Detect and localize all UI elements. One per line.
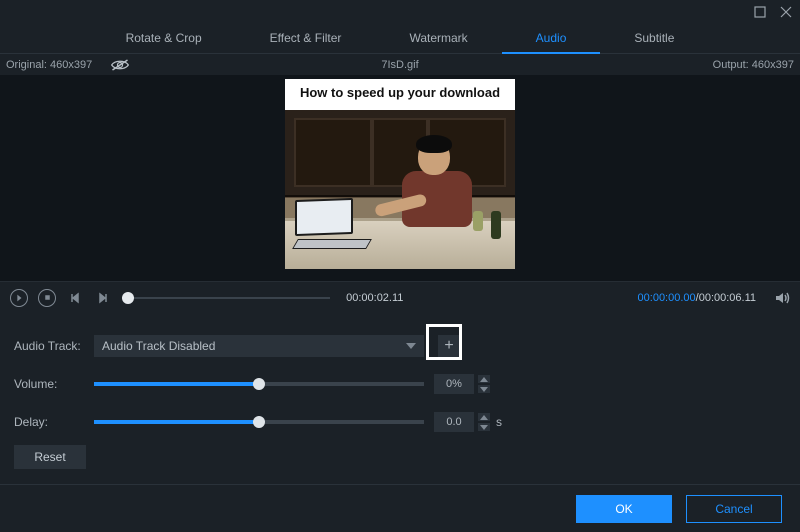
time-range-label: 00:00:00.00/00:00:06.11 xyxy=(638,292,756,304)
play-button[interactable] xyxy=(10,289,28,307)
thumbnail-title: How to speed up your download xyxy=(285,79,515,110)
audio-track-value: Audio Track Disabled xyxy=(102,339,215,353)
next-frame-button[interactable] xyxy=(94,289,112,307)
volume-slider[interactable] xyxy=(94,382,424,386)
delay-unit: s xyxy=(496,415,502,429)
delay-value: 0.0 xyxy=(434,412,474,432)
output-size-label: Output: 460x397 xyxy=(713,59,800,71)
tab-audio[interactable]: Audio xyxy=(532,25,571,53)
current-time-label: 00:00:02.11 xyxy=(340,292,410,304)
volume-up-button[interactable] xyxy=(478,375,490,383)
preview-area: How to speed up your download xyxy=(0,76,800,281)
audio-settings-panel: Audio Track: Audio Track Disabled + Volu… xyxy=(0,313,800,484)
volume-value: 0% xyxy=(434,374,474,394)
stop-button[interactable] xyxy=(38,289,56,307)
volume-down-button[interactable] xyxy=(478,385,490,393)
delay-down-button[interactable] xyxy=(478,423,490,431)
chevron-down-icon xyxy=(406,343,416,349)
video-thumbnail: How to speed up your download xyxy=(285,79,515,269)
maximize-icon[interactable] xyxy=(754,6,766,18)
volume-icon[interactable] xyxy=(774,290,790,306)
info-strip: Original: 460x397 7IsD.gif Output: 460x3… xyxy=(0,54,800,76)
tab-rotate-crop[interactable]: Rotate & Crop xyxy=(122,25,206,53)
app-window: Rotate & Crop Effect & Filter Watermark … xyxy=(0,0,800,532)
delay-slider[interactable] xyxy=(94,420,424,424)
close-icon[interactable] xyxy=(780,6,792,18)
prev-frame-button[interactable] xyxy=(66,289,84,307)
preview-toggle-icon[interactable] xyxy=(110,58,130,72)
tab-watermark[interactable]: Watermark xyxy=(405,25,471,53)
cancel-button[interactable]: Cancel xyxy=(686,495,782,523)
playback-bar: 00:00:02.11 00:00:00.00/00:00:06.11 xyxy=(0,281,800,313)
tab-effect-filter[interactable]: Effect & Filter xyxy=(266,25,346,53)
ok-button[interactable]: OK xyxy=(576,495,672,523)
original-size-label: Original: 460x397 xyxy=(6,59,92,71)
delay-label: Delay: xyxy=(14,415,94,429)
delay-up-button[interactable] xyxy=(478,413,490,421)
tab-subtitle[interactable]: Subtitle xyxy=(630,25,678,53)
thumbnail-scene xyxy=(285,110,515,269)
reset-button[interactable]: Reset xyxy=(14,445,86,469)
window-controls xyxy=(0,0,800,24)
volume-label: Volume: xyxy=(14,377,94,391)
timeline-slider[interactable] xyxy=(122,289,330,307)
audio-track-select[interactable]: Audio Track Disabled xyxy=(94,335,424,357)
audio-track-label: Audio Track: xyxy=(14,339,94,353)
tab-bar: Rotate & Crop Effect & Filter Watermark … xyxy=(0,24,800,54)
add-audio-track-button[interactable]: + xyxy=(438,335,460,357)
dialog-footer: OK Cancel xyxy=(0,484,800,532)
